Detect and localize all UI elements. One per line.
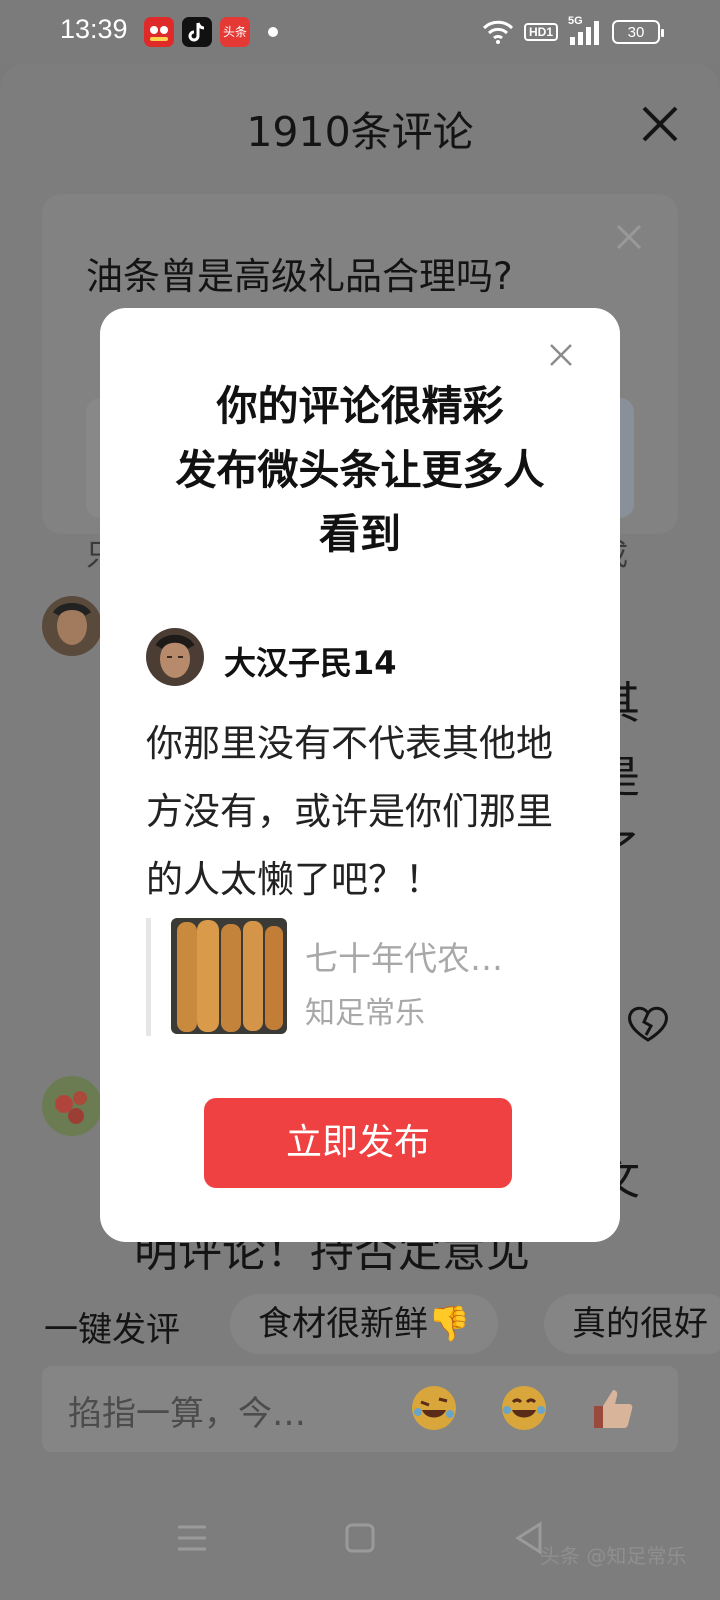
quoted-article[interactable]: 七十年代农… 知足常乐: [146, 918, 566, 1036]
status-bar: 13:39 头条 HD1 5G 30: [0, 0, 720, 64]
comment-text: 你那里没有不代表其他地方没有，或许是你们那里的人太懒了吧？！: [146, 722, 553, 901]
avatar[interactable]: [42, 1076, 102, 1136]
signal-icon: 5G: [568, 15, 602, 45]
toutiao-icon: 头条: [220, 17, 250, 47]
comment-count-title: 1910条评论: [246, 108, 474, 156]
menu-icon[interactable]: [170, 1516, 214, 1560]
article-thumbnail: [171, 918, 287, 1034]
avatar: [146, 628, 204, 686]
navigation-bar: 头条 @知足常乐: [0, 1488, 720, 1600]
status-time: 13:39: [60, 14, 128, 44]
comment-input[interactable]: 掐指一算，今…: [42, 1366, 678, 1452]
topic-question: 油条曾是高级礼品合理吗?: [86, 255, 513, 298]
thumbs-up-emoji[interactable]: [588, 1382, 640, 1434]
status-indicators: HD1 5G 30: [482, 15, 664, 47]
user-name: 大汉子民14: [224, 644, 397, 682]
pinduoduo-icon: [144, 17, 174, 47]
home-icon[interactable]: [338, 1516, 382, 1560]
article-author: 知足常乐: [305, 996, 425, 1031]
publish-button[interactable]: 立即发布: [204, 1098, 512, 1188]
network-type: 5G: [568, 15, 583, 27]
dialog-heading-line: 你的评论很精彩: [216, 382, 504, 430]
quick-comment-row: 一键发评 食材很新鲜👎 真的很好: [0, 1292, 720, 1356]
close-icon[interactable]: [636, 100, 684, 148]
quick-comment-chip[interactable]: 食材很新鲜👎: [230, 1294, 499, 1354]
broken-heart-icon[interactable]: [626, 1004, 670, 1044]
hd-badge: HD1: [523, 23, 558, 41]
quick-comment-label: 一键发评: [44, 1310, 180, 1350]
battery-indicator: 30: [612, 20, 664, 44]
tiktok-icon: [182, 17, 212, 47]
quick-comment-chip[interactable]: 真的很好: [544, 1294, 720, 1354]
topic-close-icon[interactable]: [614, 222, 644, 252]
dialog-heading-line: 发布微头条让更多人: [175, 446, 545, 494]
rofl-emoji[interactable]: [408, 1382, 460, 1434]
publish-dialog: 你的评论很精彩 发布微头条让更多人 看到 大汉子民14 你那里没有不代表其他地方…: [100, 308, 620, 1242]
watermark: 头条 @知足常乐: [540, 1544, 687, 1568]
avatar[interactable]: [42, 596, 102, 656]
comment-input-placeholder: 掐指一算，今…: [68, 1394, 306, 1434]
laugh-tears-emoji[interactable]: [498, 1382, 550, 1434]
dialog-heading: 你的评论很精彩 发布微头条让更多人 看到: [100, 374, 620, 566]
notification-dot: [268, 27, 278, 37]
dialog-heading-line: 看到: [319, 510, 401, 558]
wifi-icon: [482, 20, 514, 44]
close-icon[interactable]: [546, 340, 576, 370]
article-title: 七十年代农…: [305, 939, 503, 978]
